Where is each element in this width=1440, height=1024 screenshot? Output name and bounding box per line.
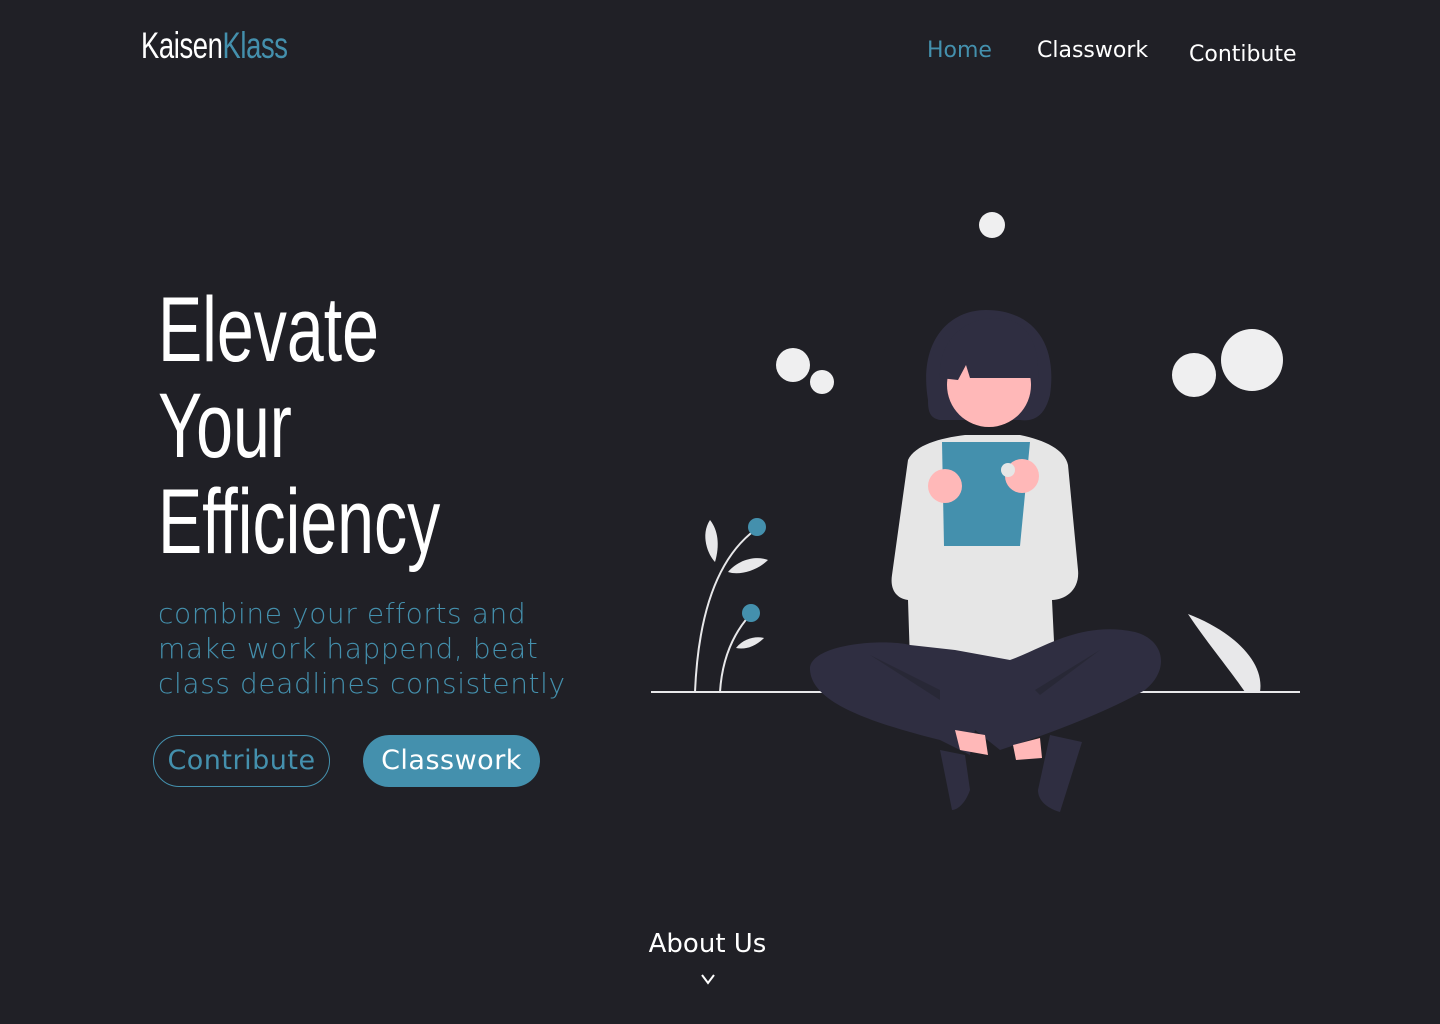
bubble-icon bbox=[776, 348, 810, 382]
about-us-link[interactable]: About Us bbox=[0, 926, 1415, 962]
hero-title-line: Your bbox=[158, 375, 292, 477]
classwork-button[interactable]: Classwork bbox=[363, 735, 540, 787]
girl-reading-illustration bbox=[651, 212, 1300, 812]
hero-title-line: Elevate bbox=[158, 279, 379, 381]
chevron-down-icon[interactable] bbox=[700, 972, 716, 986]
plant-icon bbox=[694, 518, 768, 693]
tagline-line: make work happend, beat bbox=[158, 632, 539, 665]
bubble-icon bbox=[1172, 353, 1216, 397]
brand-logo[interactable]: KaisenKlass bbox=[141, 24, 288, 68]
bubble-icon bbox=[810, 370, 834, 394]
bubble-icon bbox=[979, 212, 1005, 238]
leaf-icon bbox=[1188, 614, 1261, 692]
contribute-button[interactable]: Contribute bbox=[153, 735, 330, 787]
brand-name-part-2: Klass bbox=[222, 25, 288, 66]
tagline-line: class deadlines consistently bbox=[158, 667, 566, 700]
nav-item-contribute[interactable]: Contibute bbox=[1189, 38, 1297, 72]
hero-title-line: Efficiency bbox=[158, 471, 441, 573]
hero-title: Elevate Your Efficiency bbox=[158, 282, 440, 570]
brand-name-part-1: Kaisen bbox=[141, 25, 223, 66]
tagline-line: combine your efforts and bbox=[158, 597, 527, 630]
nav-item-home[interactable]: Home bbox=[927, 34, 992, 68]
hero-tagline: combine your efforts and make work happe… bbox=[158, 596, 628, 701]
bubble-icon bbox=[1221, 329, 1283, 391]
nav-item-classwork[interactable]: Classwork bbox=[1037, 34, 1148, 68]
